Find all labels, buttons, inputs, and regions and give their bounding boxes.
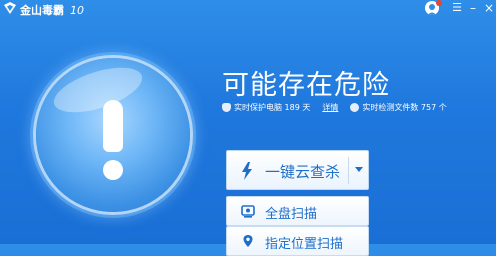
one-click-scan-button[interactable]: 一键云查杀 xyxy=(226,150,369,190)
app-version: 10 xyxy=(70,4,84,17)
title-bar: 金山毒霸 10 ☰ – × xyxy=(0,0,496,20)
chevron-down-icon[interactable] xyxy=(354,164,364,174)
status-headline: 可能存在危险 xyxy=(222,70,390,101)
close-button[interactable]: × xyxy=(481,0,496,16)
full-scan-button[interactable]: 全盘扫描 xyxy=(226,196,369,226)
monitor-icon xyxy=(350,103,360,112)
notification-dot xyxy=(436,0,442,6)
shield-icon xyxy=(222,103,231,112)
exclamation-icon xyxy=(103,100,123,152)
minimize-button[interactable]: – xyxy=(465,0,481,16)
app-title: 金山毒霸 10 xyxy=(20,4,84,17)
button-divider xyxy=(348,157,349,184)
full-scan-label: 全盘扫描 xyxy=(265,207,318,222)
monitor-count-text: 实时检测文件数 757 个 xyxy=(362,103,447,112)
protection-stats: 实时保护电脑 189 天 详情 实时检测文件数 757 个 xyxy=(222,102,447,113)
menu-button[interactable]: ☰ xyxy=(449,0,465,16)
one-click-scan-label: 一键云查杀 xyxy=(265,163,341,181)
protect-days-text: 实时保护电脑 189 天 xyxy=(234,103,311,112)
custom-location-scan-button[interactable]: 指定位置扫描 xyxy=(226,226,369,256)
details-link[interactable]: 详情 xyxy=(322,103,338,112)
duba-logo-icon xyxy=(4,2,16,14)
location-pin-icon xyxy=(243,235,253,247)
disk-icon xyxy=(241,205,255,218)
lightning-icon xyxy=(242,162,252,180)
exclamation-dot-icon xyxy=(103,160,123,180)
custom-location-scan-label: 指定位置扫描 xyxy=(265,237,344,252)
